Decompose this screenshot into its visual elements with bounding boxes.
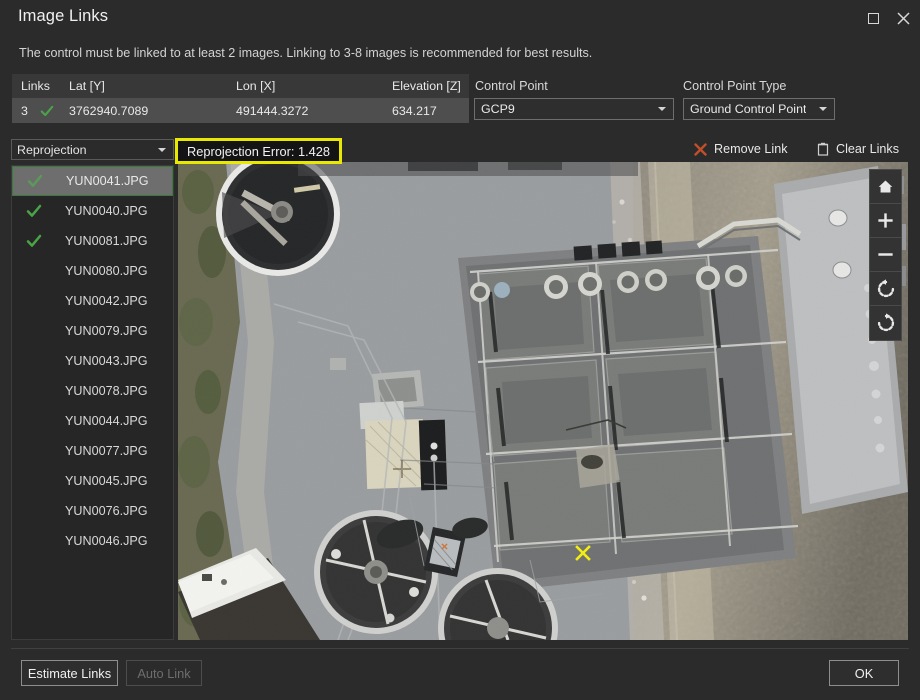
links-table: Links Lat [Y] Lon [X] Elevation [Z] 3 37… xyxy=(12,74,469,123)
list-item[interactable]: YUN0080.JPG xyxy=(12,256,173,286)
clear-links-button[interactable]: Clear Links xyxy=(817,139,899,159)
secondary-point-marker xyxy=(441,543,448,550)
column-header-links: Links xyxy=(21,79,50,93)
rotate-ccw-glyph xyxy=(877,278,894,297)
table-row[interactable]: 3 3762940.7089 491444.3272 634.217 xyxy=(12,98,469,123)
control-point-type-value: Ground Control Point xyxy=(690,102,807,116)
maximize-glyph xyxy=(867,12,879,24)
list-item[interactable]: YUN0076.JPG xyxy=(12,496,173,526)
zoom-out-icon[interactable] xyxy=(870,238,901,272)
home-glyph xyxy=(878,180,893,193)
dialog-footer: Estimate Links Auto Link OK xyxy=(0,648,920,700)
list-item[interactable]: YUN0046.JPG xyxy=(12,526,173,556)
list-item-label: YUN0076.JPG xyxy=(65,504,148,518)
control-point-x-marker xyxy=(575,545,591,561)
control-point-type-select[interactable]: Ground Control Point xyxy=(683,98,835,120)
view-mode-value: Reprojection xyxy=(17,142,87,157)
rotate-counterclockwise-icon[interactable] xyxy=(870,272,901,306)
list-item[interactable]: YUN0044.JPG xyxy=(12,406,173,436)
x-mark-icon xyxy=(694,142,707,156)
chevron-down-icon xyxy=(658,107,666,111)
image-links-dialog: Image Links The control must be linked t… xyxy=(0,0,920,700)
list-item-label: YUN0042.JPG xyxy=(65,294,148,308)
estimate-links-button[interactable]: Estimate Links xyxy=(21,660,118,686)
minus-glyph xyxy=(878,253,893,256)
ok-button[interactable]: OK xyxy=(829,660,899,686)
list-item-label: YUN0040.JPG xyxy=(65,204,148,218)
chevron-down-icon xyxy=(158,147,166,152)
aerial-photo xyxy=(178,162,908,640)
image-list[interactable]: YUN0041.JPG YUN0040.JPG YUN0081.JPG YUN0080… xyxy=(11,165,174,640)
remove-link-label: Remove Link xyxy=(714,142,788,156)
check-icon xyxy=(40,105,54,116)
view-mode-select[interactable]: Reprojection xyxy=(11,139,174,160)
column-header-elevation: Elevation [Z] xyxy=(392,79,461,93)
page-title: Image Links xyxy=(18,7,109,25)
list-item[interactable]: YUN0041.JPG xyxy=(12,166,173,196)
clear-links-label: Clear Links xyxy=(836,142,899,156)
list-item-label: YUN0080.JPG xyxy=(65,264,148,278)
image-viewer[interactable] xyxy=(178,162,908,640)
control-point-value: GCP9 xyxy=(481,102,515,116)
list-item-label: YUN0045.JPG xyxy=(65,474,148,488)
maximize-icon[interactable] xyxy=(860,6,886,30)
list-item-label: YUN0043.JPG xyxy=(65,354,148,368)
cell-latitude: 3762940.7089 xyxy=(69,103,149,118)
home-icon[interactable] xyxy=(870,170,901,204)
close-glyph xyxy=(896,11,910,25)
footer-divider xyxy=(11,648,909,649)
close-icon[interactable] xyxy=(890,6,916,30)
control-point-select[interactable]: GCP9 xyxy=(474,98,674,120)
list-item-label: YUN0081.JPG xyxy=(65,234,148,248)
list-item[interactable]: YUN0078.JPG xyxy=(12,376,173,406)
title-bar: Image Links xyxy=(0,0,920,36)
list-item[interactable]: YUN0040.JPG xyxy=(12,196,173,226)
control-point-label: Control Point xyxy=(475,79,548,93)
list-item[interactable]: YUN0081.JPG xyxy=(12,226,173,256)
reprojection-error-badge: Reprojection Error: 1.428 xyxy=(175,138,342,164)
list-item-label: YUN0079.JPG xyxy=(65,324,148,338)
plus-glyph xyxy=(878,213,893,228)
trash-icon xyxy=(817,142,829,156)
remove-link-button[interactable]: Remove Link xyxy=(694,139,788,159)
list-item-label: YUN0077.JPG xyxy=(65,444,148,458)
table-header-row: Links Lat [Y] Lon [X] Elevation [Z] xyxy=(12,74,469,98)
list-item-label: YUN0046.JPG xyxy=(65,534,148,548)
list-item[interactable]: YUN0077.JPG xyxy=(12,436,173,466)
cell-elevation: 634.217 xyxy=(392,103,437,118)
cell-links-count: 3 xyxy=(21,103,28,118)
cell-longitude: 491444.3272 xyxy=(236,103,309,118)
column-header-lon: Lon [X] xyxy=(236,79,276,93)
list-item-label: YUN0041.JPG xyxy=(66,174,149,188)
viewer-navigation-controls[interactable] xyxy=(869,169,902,341)
column-header-lat: Lat [Y] xyxy=(69,79,105,93)
chevron-down-icon xyxy=(819,107,827,111)
list-item[interactable]: YUN0079.JPG xyxy=(12,316,173,346)
list-item[interactable]: YUN0043.JPG xyxy=(12,346,173,376)
reprojected-cross-marker xyxy=(393,460,411,478)
control-point-type-label: Control Point Type xyxy=(683,79,787,93)
check-icon xyxy=(26,204,42,217)
zoom-in-icon[interactable] xyxy=(870,204,901,238)
check-icon xyxy=(26,234,42,247)
list-item-label: YUN0044.JPG xyxy=(65,414,148,428)
rotate-clockwise-icon[interactable] xyxy=(870,306,901,340)
check-icon xyxy=(27,174,43,187)
auto-link-button: Auto Link xyxy=(126,660,202,686)
instruction-text: The control must be linked to at least 2… xyxy=(19,46,593,60)
list-item[interactable]: YUN0045.JPG xyxy=(12,466,173,496)
rotate-cw-glyph xyxy=(877,313,894,332)
list-item-label: YUN0078.JPG xyxy=(65,384,148,398)
list-item[interactable]: YUN0042.JPG xyxy=(12,286,173,316)
